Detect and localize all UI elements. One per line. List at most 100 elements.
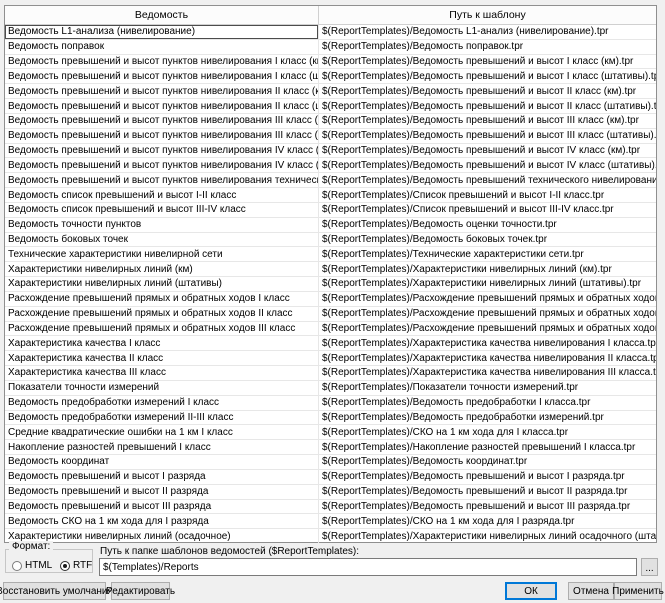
template-path-cell[interactable]: $(ReportTemplates)/Список превышений и в… xyxy=(319,188,656,202)
template-path-cell[interactable]: $(ReportTemplates)/Ведомость превышений … xyxy=(319,114,656,128)
table-row[interactable]: Ведомость превышений и высот I разряда$(… xyxy=(5,470,656,485)
report-name-cell[interactable]: Ведомость превышений и высот пунктов нив… xyxy=(5,55,319,69)
template-path-cell[interactable]: $(ReportTemplates)/Ведомость оценки точн… xyxy=(319,218,656,232)
table-row[interactable]: Характеристика качества II класс$(Report… xyxy=(5,351,656,366)
table-row[interactable]: Ведомость координат$(ReportTemplates)/Ве… xyxy=(5,455,656,470)
template-path-cell[interactable]: $(ReportTemplates)/Расхождение превышени… xyxy=(319,307,656,321)
template-path-cell[interactable]: $(ReportTemplates)/Характеристика качест… xyxy=(319,366,656,380)
template-path-cell[interactable]: $(ReportTemplates)/Ведомость предобработ… xyxy=(319,396,656,410)
ok-button[interactable]: ОК xyxy=(505,582,557,600)
template-path-cell[interactable]: $(ReportTemplates)/Ведомость превышений … xyxy=(319,144,656,158)
template-path-cell[interactable]: $(ReportTemplates)/Ведомость превышений … xyxy=(319,470,656,484)
table-row[interactable]: Ведомость список превышений и высот I-II… xyxy=(5,188,656,203)
template-path-cell[interactable]: $(ReportTemplates)/Ведомость превышений … xyxy=(319,173,656,187)
report-name-cell[interactable]: Расхождение превышений прямых и обратных… xyxy=(5,322,319,336)
report-name-cell[interactable]: Ведомость точности пунктов xyxy=(5,218,319,232)
table-row[interactable]: Расхождение превышений прямых и обратных… xyxy=(5,292,656,307)
template-path-cell[interactable]: $(ReportTemplates)/Ведомость L1-анализ (… xyxy=(319,25,656,39)
report-name-cell[interactable]: Технические характеристики нивелирной се… xyxy=(5,247,319,261)
table-row[interactable]: Ведомость превышений и высот пунктов нив… xyxy=(5,114,656,129)
template-path-cell[interactable]: $(ReportTemplates)/СКО на 1 км хода для … xyxy=(319,425,656,439)
radio-html[interactable]: HTML xyxy=(12,560,52,571)
table-row[interactable]: Ведомость превышений и высот пунктов нив… xyxy=(5,55,656,70)
template-path-cell[interactable]: $(ReportTemplates)/Технические характери… xyxy=(319,247,656,261)
report-name-cell[interactable]: Характеристики нивелирных линий (штативы… xyxy=(5,277,319,291)
report-name-cell[interactable]: Ведомость координат xyxy=(5,455,319,469)
report-name-cell[interactable]: Ведомость предобработки измерений II-III… xyxy=(5,411,319,425)
table-row[interactable]: Ведомость превышений и высот пунктов нив… xyxy=(5,99,656,114)
apply-button[interactable]: Применить xyxy=(614,582,662,600)
table-row[interactable]: Характеристики нивелирных линий (км)$(Re… xyxy=(5,262,656,277)
template-path-cell[interactable]: $(ReportTemplates)/Расхождение превышени… xyxy=(319,322,656,336)
template-path-cell[interactable]: $(ReportTemplates)/Характеристики нивели… xyxy=(319,262,656,276)
table-row[interactable]: Характеристика качества III класс$(Repor… xyxy=(5,366,656,381)
template-path-cell[interactable]: $(ReportTemplates)/Показатели точности и… xyxy=(319,381,656,395)
template-path-cell[interactable]: $(ReportTemplates)/Ведомость превышений … xyxy=(319,99,656,113)
table-row[interactable]: Ведомость предобработки измерений I клас… xyxy=(5,396,656,411)
report-name-cell[interactable]: Ведомость превышений и высот III разряда xyxy=(5,500,319,514)
table-row[interactable]: Ведомость СКО на 1 км хода для I разряда… xyxy=(5,514,656,529)
report-name-cell[interactable]: Ведомость превышений и высот пунктов нив… xyxy=(5,158,319,172)
table-row[interactable]: Характеристика качества I класс$(ReportT… xyxy=(5,336,656,351)
template-path-cell[interactable]: $(ReportTemplates)/Характеристика качест… xyxy=(319,336,656,350)
report-name-cell[interactable]: Накопление разностей превышений I класс xyxy=(5,440,319,454)
report-name-cell[interactable]: Ведомость превышений и высот пунктов нив… xyxy=(5,114,319,128)
report-name-cell[interactable]: Средние квадратические ошибки на 1 км I … xyxy=(5,425,319,439)
template-path-cell[interactable]: $(ReportTemplates)/Накопление разностей … xyxy=(319,440,656,454)
report-name-cell[interactable]: Ведомость СКО на 1 км хода для I разряда xyxy=(5,514,319,528)
table-row[interactable]: Характеристики нивелирных линий (штативы… xyxy=(5,277,656,292)
table-row[interactable]: Ведомость превышений и высот пунктов нив… xyxy=(5,158,656,173)
radio-circle-icon[interactable] xyxy=(12,561,22,571)
report-name-cell[interactable]: Характеристика качества II класс xyxy=(5,351,319,365)
table-row[interactable]: Характеристики нивелирных линий (осадочн… xyxy=(5,529,656,543)
table-row[interactable]: Ведомость точности пунктов$(ReportTempla… xyxy=(5,218,656,233)
table-row[interactable]: Технические характеристики нивелирной се… xyxy=(5,247,656,262)
template-path-cell[interactable]: $(ReportTemplates)/Характеристика качест… xyxy=(319,351,656,365)
template-path-cell[interactable]: $(ReportTemplates)/Ведомость превышений … xyxy=(319,129,656,143)
table-row[interactable]: Ведомость превышений и высот пунктов нив… xyxy=(5,129,656,144)
template-path-cell[interactable]: $(ReportTemplates)/Ведомость превышений … xyxy=(319,485,656,499)
report-name-cell[interactable]: Ведомость боковых точек xyxy=(5,233,319,247)
template-path-cell[interactable]: $(ReportTemplates)/Ведомость превышений … xyxy=(319,158,656,172)
report-name-cell[interactable]: Ведомость превышений и высот пунктов нив… xyxy=(5,144,319,158)
report-name-cell[interactable]: Ведомость список превышений и высот I-II… xyxy=(5,188,319,202)
table-row[interactable]: Ведомость превышений и высот пунктов нив… xyxy=(5,173,656,188)
report-name-cell[interactable]: Ведомость превышений и высот пунктов нив… xyxy=(5,129,319,143)
report-name-cell[interactable]: Ведомость превышений и высот пунктов нив… xyxy=(5,84,319,98)
report-name-cell[interactable]: Ведомость превышений и высот II разряда xyxy=(5,485,319,499)
report-name-cell[interactable]: Характеристика качества III класс xyxy=(5,366,319,380)
report-name-cell[interactable]: Расхождение превышений прямых и обратных… xyxy=(5,307,319,321)
report-name-cell[interactable]: Ведомость превышений и высот I разряда xyxy=(5,470,319,484)
templates-folder-input[interactable] xyxy=(99,558,637,576)
column-header-template-path[interactable]: Путь к шаблону xyxy=(319,6,656,24)
edit-button[interactable]: Редактировать xyxy=(111,582,170,600)
table-row[interactable]: Ведомость список превышений и высот III-… xyxy=(5,203,656,218)
template-path-cell[interactable]: $(ReportTemplates)/Характеристики нивели… xyxy=(319,277,656,291)
report-name-cell[interactable]: Ведомость предобработки измерений I клас… xyxy=(5,396,319,410)
table-row[interactable]: Ведомость боковых точек$(ReportTemplates… xyxy=(5,233,656,248)
table-row[interactable]: Ведомость превышений и высот пунктов нив… xyxy=(5,144,656,159)
table-row[interactable]: Ведомость превышений и высот пунктов нив… xyxy=(5,69,656,84)
table-row[interactable]: Ведомость поправок$(ReportTemplates)/Вед… xyxy=(5,40,656,55)
report-name-cell[interactable]: Расхождение превышений прямых и обратных… xyxy=(5,292,319,306)
table-row[interactable]: Ведомость превышений и высот II разряда$… xyxy=(5,485,656,500)
column-header-report[interactable]: Ведомость xyxy=(5,6,319,24)
table-row[interactable]: Показатели точности измерений$(ReportTem… xyxy=(5,381,656,396)
template-path-cell[interactable]: $(ReportTemplates)/Характеристики нивели… xyxy=(319,529,656,543)
template-path-cell[interactable]: $(ReportTemplates)/СКО на 1 км хода для … xyxy=(319,514,656,528)
restore-defaults-button[interactable]: Восстановить умолчания xyxy=(3,582,106,600)
table-row[interactable]: Ведомость L1-анализа (нивелирование)$(Re… xyxy=(5,25,656,40)
table-row[interactable]: Ведомость превышений и высот III разряда… xyxy=(5,500,656,515)
table-row[interactable]: Ведомость превышений и высот пунктов нив… xyxy=(5,84,656,99)
report-name-cell[interactable]: Ведомость превышений и высот пунктов нив… xyxy=(5,99,319,113)
browse-button[interactable]: ... xyxy=(641,558,658,576)
template-path-cell[interactable]: $(ReportTemplates)/Ведомость превышений … xyxy=(319,500,656,514)
radio-rtf[interactable]: RTF xyxy=(60,560,92,571)
table-row[interactable]: Ведомость предобработки измерений II-III… xyxy=(5,411,656,426)
template-path-cell[interactable]: $(ReportTemplates)/Список превышений и в… xyxy=(319,203,656,217)
report-name-cell[interactable]: Ведомость L1-анализа (нивелирование) xyxy=(5,25,319,39)
report-name-cell[interactable]: Характеристика качества I класс xyxy=(5,336,319,350)
report-name-cell[interactable]: Ведомость список превышений и высот III-… xyxy=(5,203,319,217)
report-name-cell[interactable]: Характеристики нивелирных линий (км) xyxy=(5,262,319,276)
template-path-cell[interactable]: $(ReportTemplates)/Расхождение превышени… xyxy=(319,292,656,306)
